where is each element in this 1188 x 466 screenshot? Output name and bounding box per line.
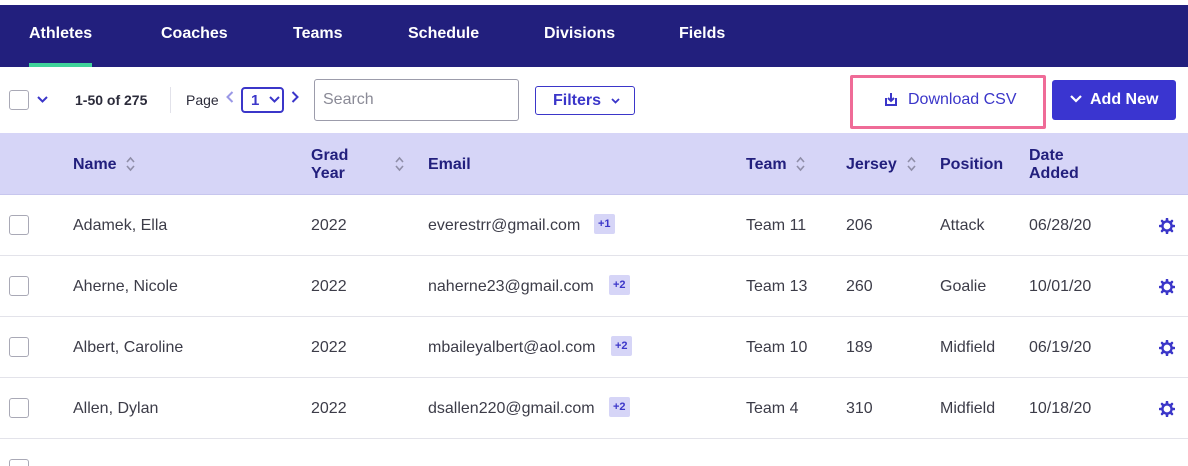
tab-schedule[interactable]: Schedule <box>408 5 479 67</box>
email: everestrr@gmail.com <box>428 217 581 234</box>
grad-year: 2022 <box>311 339 347 356</box>
table-row: Aherne, Nicole 2022 naherne23@gmail.com … <box>0 256 1188 317</box>
position: Midfield <box>940 339 996 356</box>
extra-email-badge[interactable]: +2 <box>611 336 632 356</box>
team: Team 10 <box>746 339 808 356</box>
download-csv-label: Download CSV <box>908 91 1017 108</box>
date-added: 06/28/20 <box>1029 217 1092 234</box>
column-header-team[interactable]: Team <box>746 156 787 174</box>
grad-year: 2022 <box>311 217 347 234</box>
row-checkbox[interactable] <box>9 337 29 357</box>
column-header-grad-year[interactable]: Grad Year <box>311 147 348 183</box>
add-new-label: Add New <box>1090 91 1159 108</box>
page-label: Page <box>186 92 219 108</box>
tab-coaches[interactable]: Coaches <box>161 5 228 67</box>
athlete-name[interactable]: Allen, Dylan <box>73 400 158 418</box>
column-header-jersey[interactable]: Jersey <box>846 156 897 174</box>
divider <box>170 87 171 113</box>
grad-year: 2022 <box>311 400 347 417</box>
tab-divisions[interactable]: Divisions <box>544 5 615 67</box>
athlete-name[interactable]: Albert, Caroline <box>73 339 183 357</box>
athlete-name[interactable]: Aherne, Nicole <box>73 278 178 296</box>
top-nav: Athletes Coaches Teams Schedule Division… <box>0 5 1188 67</box>
chevron-down-icon[interactable] <box>37 96 48 103</box>
table-row-partial <box>0 439 1188 466</box>
tab-teams[interactable]: Teams <box>293 5 343 67</box>
position: Goalie <box>940 278 987 295</box>
tab-fields[interactable]: Fields <box>679 5 725 67</box>
team: Team 11 <box>746 217 807 234</box>
column-header-date-line1: Date <box>1029 147 1064 164</box>
position: Attack <box>940 217 985 234</box>
column-header-email: Email <box>428 156 471 173</box>
jersey: 260 <box>846 278 873 295</box>
chevron-left-icon[interactable] <box>226 91 234 103</box>
table-row: Adamek, Ella 2022 everestrr@gmail.com +1… <box>0 195 1188 256</box>
row-checkbox[interactable] <box>9 398 29 418</box>
chevron-down-icon <box>1070 95 1082 103</box>
select-all-checkbox[interactable] <box>9 90 29 110</box>
download-csv-button[interactable]: Download CSV <box>870 88 1030 114</box>
add-new-button[interactable]: Add New <box>1052 80 1176 120</box>
page-select[interactable]: 1 <box>241 87 284 113</box>
extra-email-badge[interactable]: +2 <box>609 275 630 295</box>
position: Midfield <box>940 400 996 417</box>
email: naherne23@gmail.com <box>428 278 594 295</box>
column-header-date-line2: Added <box>1029 165 1079 182</box>
date-added: 06/19/20 <box>1029 339 1092 356</box>
sort-icon[interactable] <box>907 156 916 172</box>
extra-email-badge[interactable]: +1 <box>594 214 615 234</box>
gear-icon[interactable] <box>1159 401 1175 417</box>
date-added: 10/18/20 <box>1029 400 1092 417</box>
email: dsallen220@gmail.com <box>428 400 595 417</box>
chevron-down-icon <box>269 96 280 103</box>
column-header-name[interactable]: Name <box>73 156 117 174</box>
record-count: 1-50 of 275 <box>75 92 148 108</box>
gear-icon[interactable] <box>1159 279 1175 295</box>
sort-icon[interactable] <box>126 156 135 172</box>
athlete-name[interactable]: Adamek, Ella <box>73 217 167 235</box>
column-header-date-added: Date Added <box>1029 147 1079 183</box>
chevron-right-icon[interactable] <box>291 91 299 103</box>
chevron-down-icon <box>611 98 620 104</box>
gear-icon[interactable] <box>1159 340 1175 356</box>
sort-icon[interactable] <box>796 156 805 172</box>
row-checkbox[interactable] <box>9 276 29 296</box>
table-header: Name Grad Year Email Team Jersey Positio… <box>0 133 1188 195</box>
table-row: Allen, Dylan 2022 dsallen220@gmail.com +… <box>0 378 1188 439</box>
gear-icon[interactable] <box>1159 218 1175 234</box>
filters-button[interactable]: Filters <box>535 86 635 115</box>
jersey: 189 <box>846 339 873 356</box>
column-header-grad-year-line1: Grad <box>311 147 349 164</box>
grad-year: 2022 <box>311 278 347 295</box>
date-added: 10/01/20 <box>1029 278 1092 295</box>
tab-athletes[interactable]: Athletes <box>29 5 93 67</box>
email: mbaileyalbert@aol.com <box>428 339 596 356</box>
team: Team 4 <box>746 400 799 417</box>
page-select-value: 1 <box>251 92 260 109</box>
download-icon <box>885 93 897 106</box>
filters-label: Filters <box>553 92 602 109</box>
row-checkbox[interactable] <box>9 459 29 466</box>
jersey: 206 <box>846 217 873 234</box>
search-input[interactable] <box>314 79 519 121</box>
sort-icon[interactable] <box>395 156 404 172</box>
column-header-grad-year-line2: Year <box>311 165 345 182</box>
jersey: 310 <box>846 400 873 417</box>
toolbar: 1-50 of 275 Page 1 Filters Download CSV … <box>0 67 1188 133</box>
row-checkbox[interactable] <box>9 215 29 235</box>
table-row: Albert, Caroline 2022 mbaileyalbert@aol.… <box>0 317 1188 378</box>
column-header-position: Position <box>940 156 1004 173</box>
extra-email-badge[interactable]: +2 <box>609 397 630 417</box>
team: Team 13 <box>746 278 808 295</box>
